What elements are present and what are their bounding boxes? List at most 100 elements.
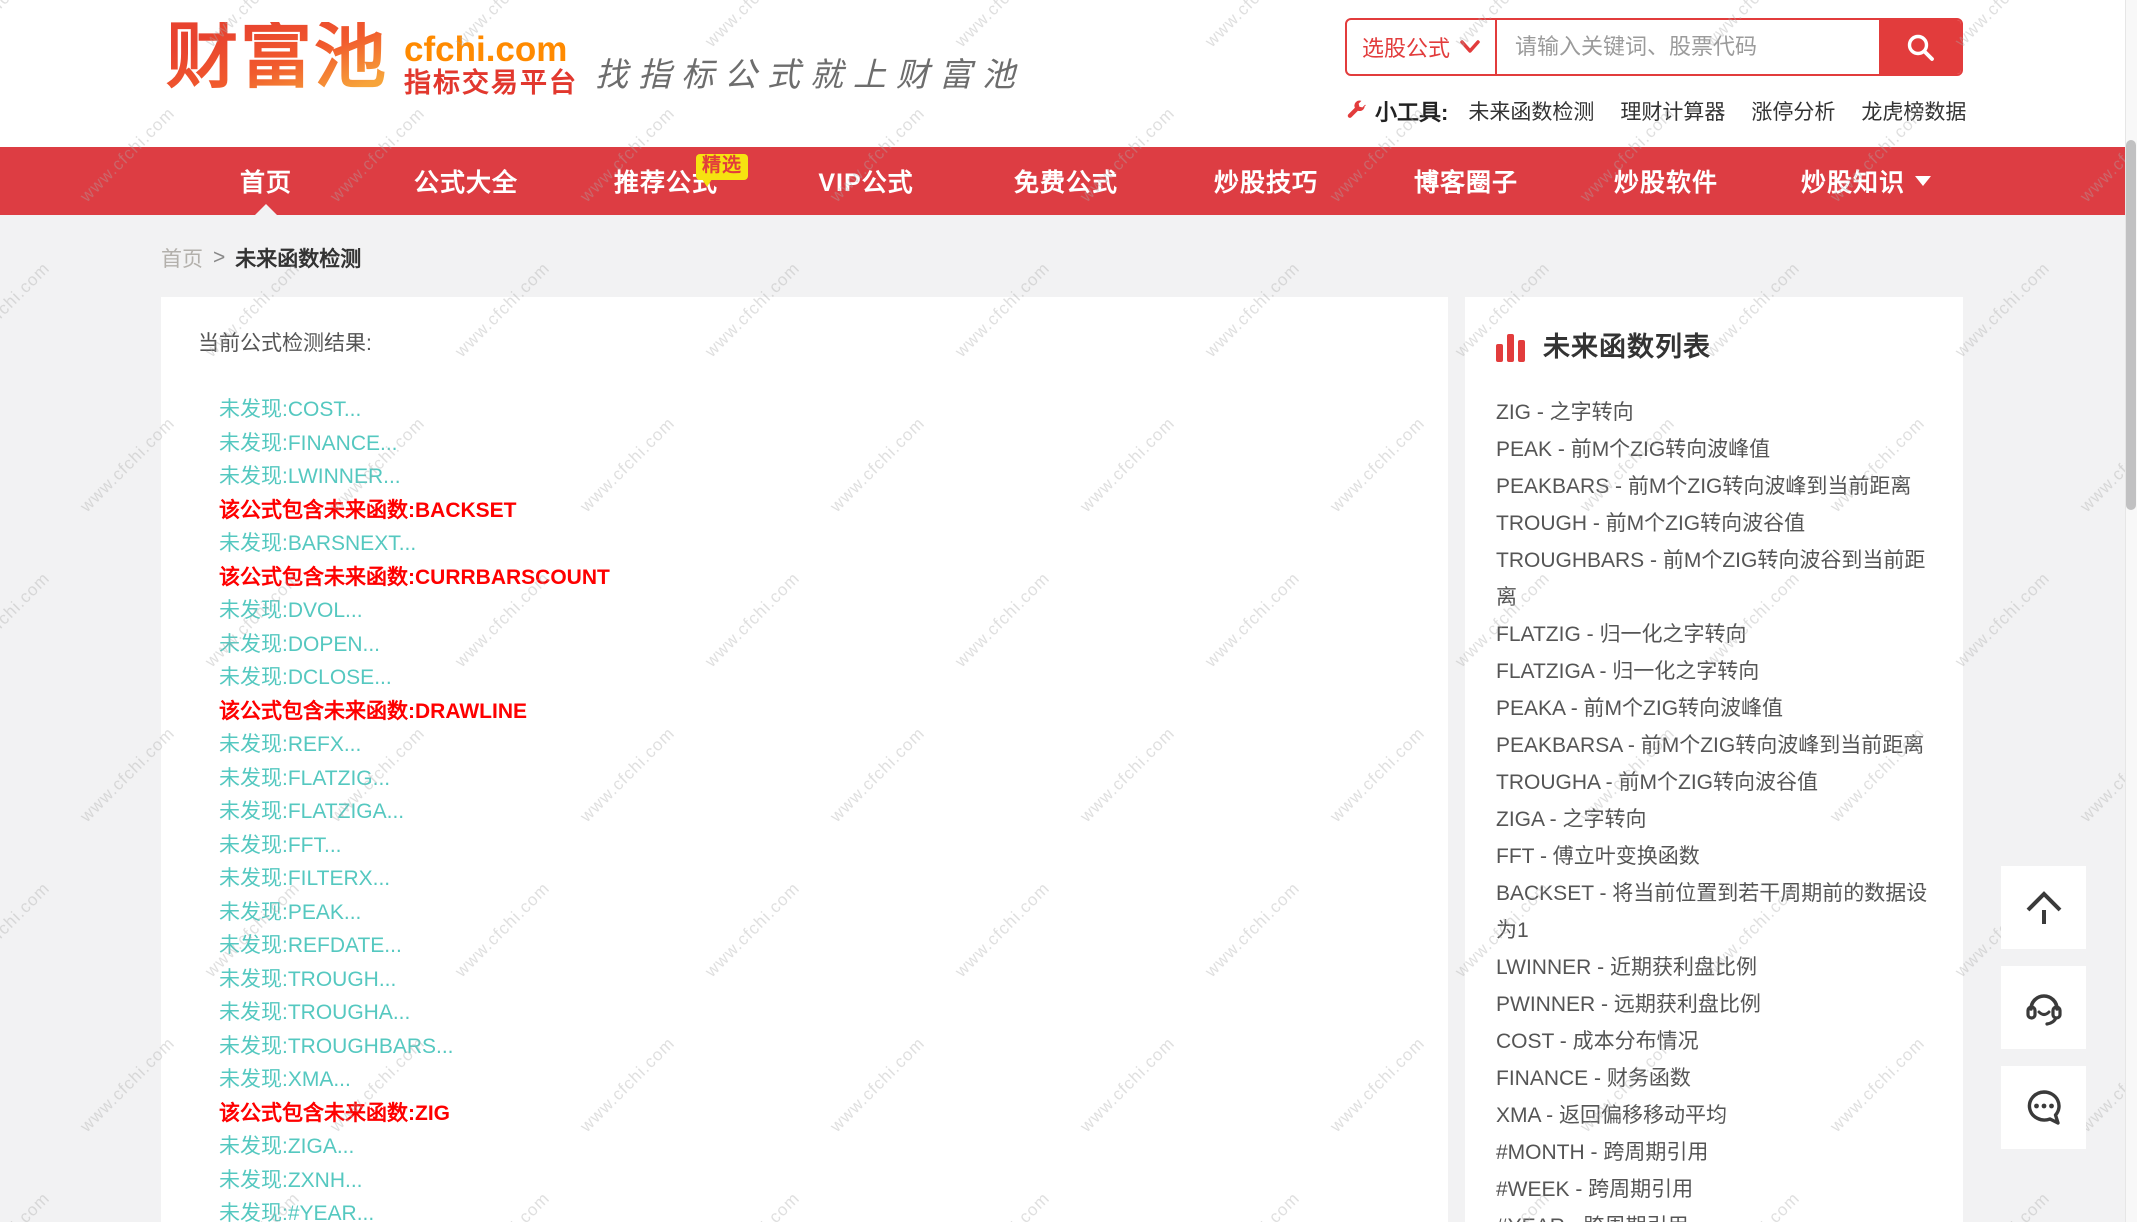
search-icon	[1905, 32, 1935, 62]
tool-link-1[interactable]: 理财计算器	[1620, 101, 1725, 124]
sidebar-function-item[interactable]: BACKSET - 将当前位置到若干周期前的数据设为1	[1496, 875, 1937, 949]
sidebar-function-item[interactable]: PEAKA - 前M个ZIG转向波峰值	[1496, 690, 1937, 727]
result-item-ok[interactable]: 未发现:DCLOSE...	[219, 661, 1448, 695]
search-button[interactable]	[1879, 20, 1961, 74]
search-category-dropdown[interactable]: 选股公式	[1347, 20, 1497, 74]
sidebar-function-item[interactable]: PWINNER - 远期获利盘比例	[1496, 986, 1937, 1023]
site-logo[interactable]: 财富池 cfchi.com 指标交易平台	[166, 22, 578, 98]
sidebar-function-item[interactable]: #YEAR - 跨周期引用	[1496, 1208, 1937, 1222]
search-input[interactable]	[1497, 20, 1879, 74]
logo-subtitle: 指标交易平台	[404, 68, 578, 98]
result-item-ok[interactable]: 未发现:COST...	[219, 393, 1448, 427]
result-item-ok[interactable]: 未发现:FLATZIGA...	[219, 795, 1448, 829]
sidebar-function-item[interactable]: #MONTH - 跨周期引用	[1496, 1134, 1937, 1171]
sidebar-function-item[interactable]: LWINNER - 近期获利盘比例	[1496, 949, 1937, 986]
bar-chart-icon	[1496, 334, 1525, 364]
wrench-icon	[1345, 100, 1367, 122]
search-box: 选股公式	[1345, 18, 1963, 76]
nav-item-5[interactable]: 炒股技巧	[1166, 147, 1366, 215]
nav-item-0[interactable]: 首页	[166, 147, 366, 215]
headset-icon	[2023, 987, 2065, 1029]
sidebar-function-item[interactable]: PEAKBARS - 前M个ZIG转向波峰到当前距离	[1496, 468, 1937, 505]
sidebar-function-item[interactable]: PEAK - 前M个ZIG转向波峰值	[1496, 431, 1937, 468]
nav-item-8[interactable]: 炒股知识	[1766, 147, 1966, 215]
result-item-ok[interactable]: 未发现:TROUGHA...	[219, 996, 1448, 1030]
result-item-ok[interactable]: 未发现:ZXNH...	[219, 1164, 1448, 1198]
sidebar-function-item[interactable]: PEAKBARSA - 前M个ZIG转向波峰到当前距离	[1496, 727, 1937, 764]
result-item-ok[interactable]: 未发现:DOPEN...	[219, 628, 1448, 662]
tool-link-3[interactable]: 龙虎榜数据	[1861, 101, 1966, 124]
detection-result-panel: 当前公式检测结果: 未发现:COST...未发现:FINANCE...未发现:L…	[161, 297, 1448, 1222]
future-function-sidebar: 未来函数列表 ZIG - 之字转向PEAK - 前M个ZIG转向波峰值PEAKB…	[1465, 297, 1963, 1222]
result-item-ok[interactable]: 未发现:BARSNEXT...	[219, 527, 1448, 561]
sidebar-function-item[interactable]: #WEEK - 跨周期引用	[1496, 1171, 1937, 1208]
nav-item-3[interactable]: VIP公式	[766, 147, 966, 215]
sidebar-function-item[interactable]: COST - 成本分布情况	[1496, 1023, 1937, 1060]
active-nav-marker	[255, 204, 277, 215]
back-to-top-button[interactable]	[2001, 866, 2086, 949]
feedback-button[interactable]	[2001, 1066, 2086, 1149]
result-item-ok[interactable]: 未发现:FFT...	[219, 829, 1448, 863]
sidebar-function-item[interactable]: XMA - 返回偏移移动平均	[1496, 1097, 1937, 1134]
customer-service-button[interactable]	[2001, 966, 2086, 1049]
chevron-down-icon	[1460, 40, 1480, 54]
nav-item-6[interactable]: 博客圈子	[1366, 147, 1566, 215]
result-item-warning: 该公式包含未来函数:DRAWLINE	[219, 695, 1448, 729]
main-nav: 首页 公式大全 推荐公式精选 VIP公式 免费公式 炒股技巧 博客圈子 炒股软件 炒股知识	[0, 147, 2137, 215]
result-list: 未发现:COST...未发现:FINANCE...未发现:LWINNER...该…	[219, 393, 1448, 1222]
nav-item-1[interactable]: 公式大全	[366, 147, 566, 215]
result-item-ok[interactable]: 未发现:REFX...	[219, 728, 1448, 762]
sidebar-function-item[interactable]: TROUGH - 前M个ZIG转向波谷值	[1496, 505, 1937, 542]
tools-label: 小工具:	[1375, 95, 1448, 127]
result-item-ok[interactable]: 未发现:REFDATE...	[219, 929, 1448, 963]
nav-item-label: 免费公式	[1014, 163, 1118, 199]
sidebar-function-item[interactable]: FLATZIG - 归一化之字转向	[1496, 616, 1937, 653]
nav-item-4[interactable]: 免费公式	[966, 147, 1166, 215]
result-item-warning: 该公式包含未来函数:BACKSET	[219, 494, 1448, 528]
sidebar-function-item[interactable]: TROUGHA - 前M个ZIG转向波谷值	[1496, 764, 1937, 801]
sidebar-function-item[interactable]: FFT - 傅立叶变换函数	[1496, 838, 1937, 875]
sidebar-function-item[interactable]: FINANCE - 财务函数	[1496, 1060, 1937, 1097]
scrollbar-track[interactable]	[2125, 0, 2137, 1222]
nav-item-label: VIP公式	[818, 163, 913, 199]
sidebar-function-item[interactable]: ZIG - 之字转向	[1496, 394, 1937, 431]
nav-item-label: 炒股软件	[1614, 163, 1718, 199]
result-item-ok[interactable]: 未发现:XMA...	[219, 1063, 1448, 1097]
sidebar-function-item[interactable]: TROUGHBARS - 前M个ZIG转向波谷到当前距离	[1496, 542, 1937, 616]
tools-row: 小工具: 未来函数检测 理财计算器 涨停分析 龙虎榜数据	[1345, 95, 1992, 127]
result-item-ok[interactable]: 未发现:DVOL...	[219, 594, 1448, 628]
result-heading: 当前公式检测结果:	[198, 327, 1448, 357]
search-category-label: 选股公式	[1362, 31, 1450, 63]
nav-item-7[interactable]: 炒股软件	[1566, 147, 1766, 215]
result-item-ok[interactable]: 未发现:ZIGA...	[219, 1130, 1448, 1164]
tool-link-0[interactable]: 未来函数检测	[1468, 101, 1594, 124]
nav-item-label: 公式大全	[414, 163, 518, 199]
sidebar-function-item[interactable]: FLATZIGA - 归一化之字转向	[1496, 653, 1937, 690]
breadcrumb-home-link[interactable]: 首页	[161, 243, 203, 273]
result-item-ok[interactable]: 未发现:FILTERX...	[219, 862, 1448, 896]
result-item-ok[interactable]: 未发现:#YEAR...	[219, 1197, 1448, 1222]
caret-down-icon	[1915, 176, 1931, 186]
sidebar-function-item[interactable]: ZIGA - 之字转向	[1496, 801, 1937, 838]
chat-bubble-icon	[2023, 1087, 2065, 1129]
result-item-ok[interactable]: 未发现:LWINNER...	[219, 460, 1448, 494]
result-item-ok[interactable]: 未发现:PEAK...	[219, 896, 1448, 930]
tool-link-2[interactable]: 涨停分析	[1751, 101, 1835, 124]
scrollbar-thumb[interactable]	[2126, 140, 2136, 510]
sidebar-function-list: ZIG - 之字转向PEAK - 前M个ZIG转向波峰值PEAKBARS - 前…	[1496, 394, 1937, 1222]
result-item-ok[interactable]: 未发现:FINANCE...	[219, 427, 1448, 461]
result-item-warning: 该公式包含未来函数:CURRBARSCOUNT	[219, 561, 1448, 595]
breadcrumb: 首页 > 未来函数检测	[0, 215, 2137, 297]
logo-text: 财富池	[166, 22, 388, 92]
site-header: 财富池 cfchi.com 指标交易平台 找指标公式就上财富池 选股公式 小工具…	[0, 0, 2137, 147]
logo-domain: cfchi.com	[404, 32, 578, 68]
result-item-ok[interactable]: 未发现:TROUGH...	[219, 963, 1448, 997]
breadcrumb-current: 未来函数检测	[235, 243, 361, 273]
featured-badge: 精选	[696, 154, 748, 180]
result-item-ok[interactable]: 未发现:TROUGHBARS...	[219, 1030, 1448, 1064]
nav-item-2[interactable]: 推荐公式精选	[566, 147, 766, 215]
nav-item-label: 博客圈子	[1414, 163, 1518, 199]
sidebar-title: 未来函数列表	[1543, 325, 1711, 364]
result-item-ok[interactable]: 未发现:FLATZIG...	[219, 762, 1448, 796]
nav-item-label: 炒股知识	[1801, 163, 1905, 199]
